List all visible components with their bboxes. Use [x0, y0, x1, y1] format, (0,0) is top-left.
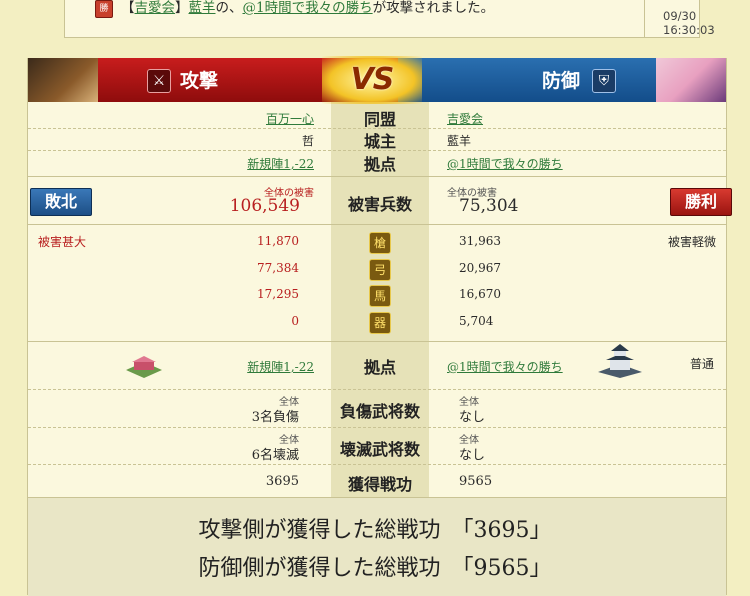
merit-label: 獲得戦功	[347, 475, 412, 494]
base-label: 拠点	[363, 358, 396, 377]
defender-destroyed: なし	[459, 448, 486, 463]
notice-message: 【吉愛会】藍羊の、@1時間で我々の勝ちが攻撃されました。	[121, 0, 495, 16]
damage-label: 被害兵数	[347, 195, 412, 214]
archer-icon: 弓	[369, 259, 391, 281]
attacker-destroyed: 6名壊滅	[251, 448, 299, 463]
attacker-unit-loss: 11,870	[257, 234, 299, 248]
defender-unit-loss: 16,670	[459, 287, 501, 301]
lord-label: 城主	[363, 132, 396, 151]
attacker-unit-loss: 77,384	[257, 261, 299, 275]
attacker-unit-loss: 17,295	[257, 287, 299, 301]
defender-severity: 被害軽微	[668, 235, 717, 249]
notice-actor-link[interactable]: 藍羊	[189, 0, 216, 16]
base-label: 拠点	[363, 155, 396, 174]
defender-base-link[interactable]: @1時間で我々の勝ち	[447, 358, 563, 375]
section-divider	[28, 176, 726, 177]
victory-badge: 勝利	[670, 188, 732, 216]
row-divider	[28, 389, 726, 390]
vs-badge: VS	[322, 56, 422, 104]
defender-unit-loss: 5,704	[459, 314, 494, 328]
alliance-label: 同盟	[363, 110, 396, 129]
attacker-label: 攻撃	[180, 70, 219, 92]
defender-wounded: なし	[459, 410, 486, 425]
attacker-unit-loss: 0	[291, 314, 299, 328]
attacker-portrait	[28, 58, 98, 102]
attacker-merit-summary: 攻撃側が獲得した総戦功 「3695」	[198, 518, 552, 543]
row-divider	[28, 464, 726, 465]
defender-label: 防御	[542, 70, 581, 92]
defender-alliance-link[interactable]: 吉愛会	[447, 110, 483, 127]
shield-icon: ⛨	[592, 69, 616, 93]
section-divider	[28, 224, 726, 225]
crossed-swords-icon: ⚔	[147, 69, 171, 93]
notice-target-link[interactable]: @1時間で我々の勝ち	[243, 0, 373, 16]
destroyed-label: 壊滅武将数	[339, 440, 420, 459]
defender-base-status: 普通	[690, 357, 715, 371]
attacker-alliance-link[interactable]: 百万一心	[24, 110, 314, 127]
notice-timestamp: 09/30 16:30:03	[663, 9, 715, 37]
spearman-icon: 槍	[369, 232, 391, 254]
defender-merit-summary: 防御側が獲得した総戦功 「9565」	[198, 556, 552, 581]
attacker-total-damage: 106,549	[229, 196, 300, 216]
attacker-lord: 哲	[301, 134, 314, 148]
victory-badge-icon: 勝	[95, 0, 113, 18]
defender-lord: 藍羊	[447, 134, 472, 148]
defender-merit: 9565	[459, 474, 493, 489]
cavalry-icon: 馬	[369, 285, 391, 307]
row-divider	[28, 427, 726, 428]
attacker-base-link[interactable]: 新規陣1,-22	[24, 155, 314, 172]
notice-divider	[644, 0, 645, 38]
castle-icon	[596, 342, 644, 378]
defender-base-link[interactable]: @1時間で我々の勝ち	[447, 155, 563, 172]
defender-total-damage: 75,304	[459, 196, 519, 216]
notice-alliance-link[interactable]: 吉愛会	[135, 0, 176, 16]
attacker-base-link[interactable]: 新規陣1,-22	[24, 358, 314, 375]
defender-portrait	[656, 58, 726, 102]
defender-unit-loss: 31,963	[459, 234, 501, 248]
attacker-wounded: 3名負傷	[251, 410, 299, 425]
wounded-label: 負傷武将数	[339, 402, 420, 421]
battle-notice: 勝 【吉愛会】藍羊の、@1時間で我々の勝ちが攻撃されました。 09/30 16:…	[64, 0, 715, 38]
siege-icon: 器	[369, 312, 391, 334]
defender-unit-loss: 20,967	[459, 261, 501, 275]
attacker-merit: 3695	[265, 474, 299, 489]
